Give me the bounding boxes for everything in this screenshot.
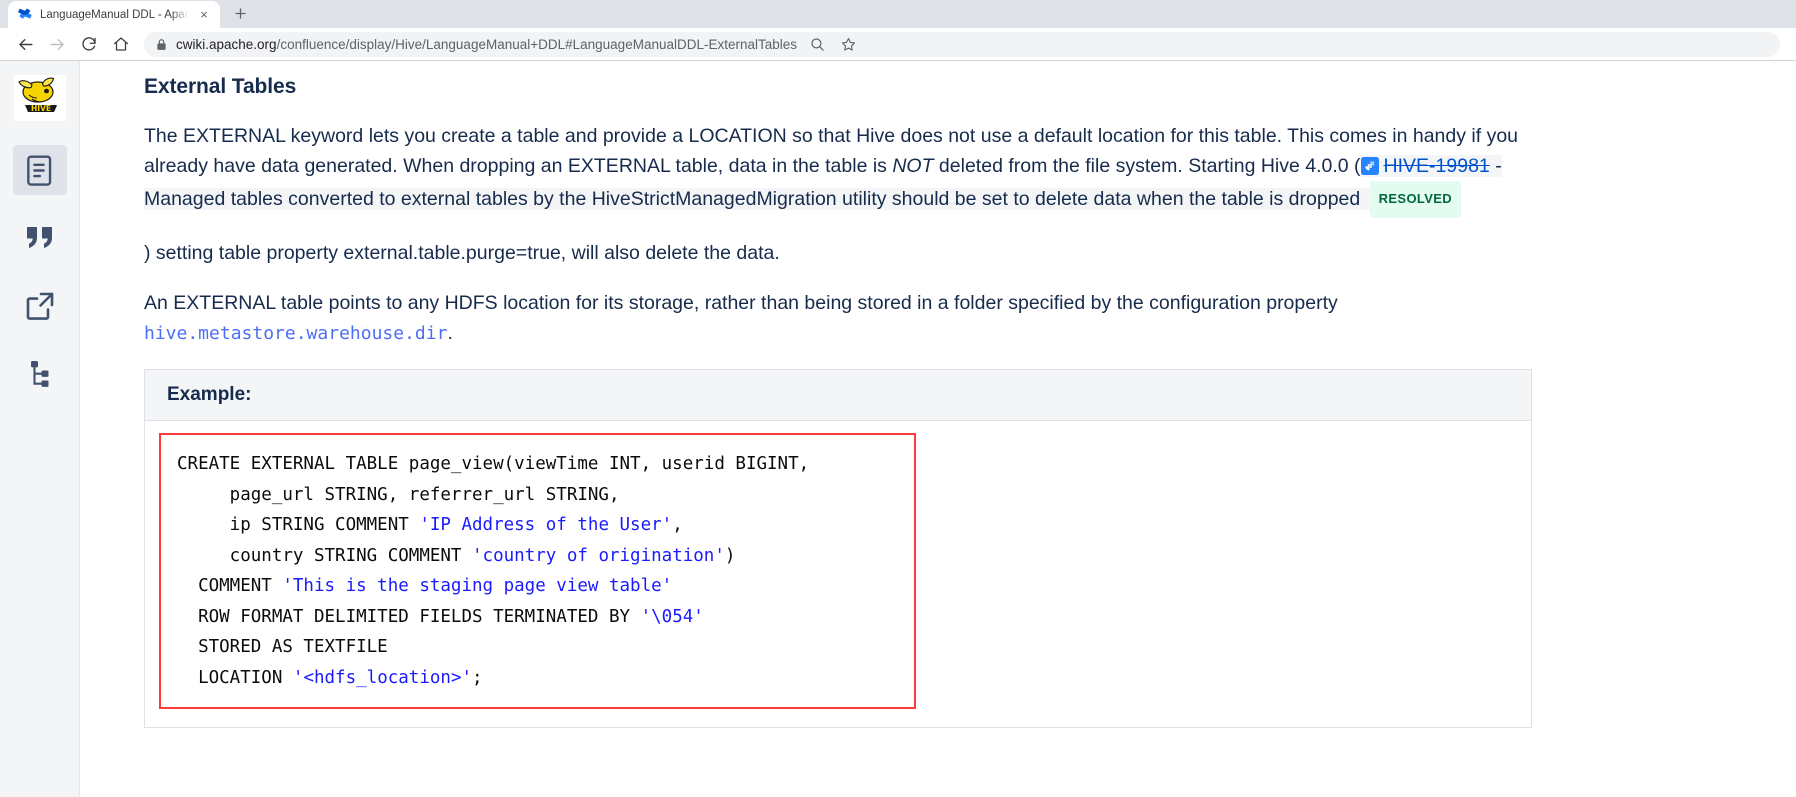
confluence-sidebar: HIVE (0, 61, 92, 797)
star-icon[interactable] (837, 33, 859, 55)
lock-icon (156, 38, 167, 51)
arrow-left-icon (18, 38, 33, 50)
warehouse-dir-link[interactable]: hive.metastore.warehouse.dir (144, 323, 447, 344)
close-icon[interactable]: × (196, 7, 212, 23)
paragraph-hdfs-text: An EXTERNAL table points to any HDFS loc… (144, 292, 1338, 314)
url-host: cwiki.apache.org (176, 36, 277, 52)
hive-logo[interactable]: HIVE (13, 75, 66, 121)
arrow-right-icon (49, 38, 64, 50)
example-panel-body: CREATE EXTERNAL TABLE page_view(viewTime… (145, 421, 1531, 727)
example-panel-heading: Example: (145, 370, 1531, 421)
external-link-icon (26, 292, 53, 320)
sidebar-item-page-tree[interactable] (13, 349, 67, 399)
page-title: External Tables (144, 75, 297, 98)
pages-icon (27, 154, 52, 186)
paragraph-text-part2: deleted from the file system. Starting H… (933, 155, 1361, 177)
new-tab-button[interactable] (226, 0, 254, 27)
jira-issue-icon (1360, 154, 1379, 175)
home-icon (113, 37, 129, 51)
paragraph-hdfs-location: An EXTERNAL table points to any HDFS loc… (144, 288, 1532, 349)
tab-strip: LanguageManual DDL - Apach × (0, 0, 1796, 28)
paragraph-period: . (447, 322, 453, 344)
browser-window: LanguageManual DDL - Apach × cwiki.apach… (0, 0, 1796, 797)
code-block-highlight: CREATE EXTERNAL TABLE page_view(viewTime… (159, 433, 916, 709)
page-content: External Tables The EXTERNAL keyword let… (80, 61, 1796, 797)
address-bar[interactable]: cwiki.apache.org/confluence/display/Hive… (144, 31, 1780, 57)
example-panel: Example: CREATE EXTERNAL TABLE page_view… (144, 369, 1532, 728)
blog-quote-icon (26, 227, 52, 248)
sidebar-item-pages[interactable] (12, 145, 67, 195)
paragraph-external-keyword: The EXTERNAL keyword lets you create a t… (144, 121, 1532, 218)
confluence-favicon-icon (18, 7, 33, 22)
forward-button[interactable] (42, 29, 72, 59)
plus-icon (234, 7, 246, 19)
sidebar-item-blog[interactable] (13, 213, 67, 263)
browser-tab[interactable]: LanguageManual DDL - Apach × (8, 1, 220, 28)
reload-icon (82, 37, 96, 51)
sidebar-item-external-link[interactable] (13, 281, 67, 331)
paragraph-purge-setting: ) setting table property external.table.… (144, 242, 780, 264)
page-tree-icon (30, 361, 48, 387)
reload-button[interactable] (74, 29, 104, 59)
browser-toolbar: cwiki.apache.org/confluence/display/Hive… (0, 28, 1796, 61)
url-path: /confluence/display/Hive/LanguageManual+… (276, 36, 798, 52)
jira-issue-link[interactable]: HIVE-19981 (1384, 155, 1490, 177)
svg-text:HIVE: HIVE (31, 104, 51, 113)
home-button[interactable] (106, 29, 136, 59)
status-badge: RESOLVED (1369, 181, 1462, 218)
url-text: cwiki.apache.org/confluence/display/Hive… (176, 37, 797, 52)
emphasis-not: NOT (892, 155, 934, 177)
back-button[interactable] (10, 29, 40, 59)
zoom-search-icon[interactable] (806, 33, 828, 55)
page-viewport: HIVE External Tables The EXTERNAL keywor… (0, 61, 1796, 797)
sql-code[interactable]: CREATE EXTERNAL TABLE page_view(viewTime… (177, 449, 898, 693)
tab-title: LanguageManual DDL - Apach (40, 8, 189, 21)
hive-logo-icon: HIVE (17, 77, 57, 113)
